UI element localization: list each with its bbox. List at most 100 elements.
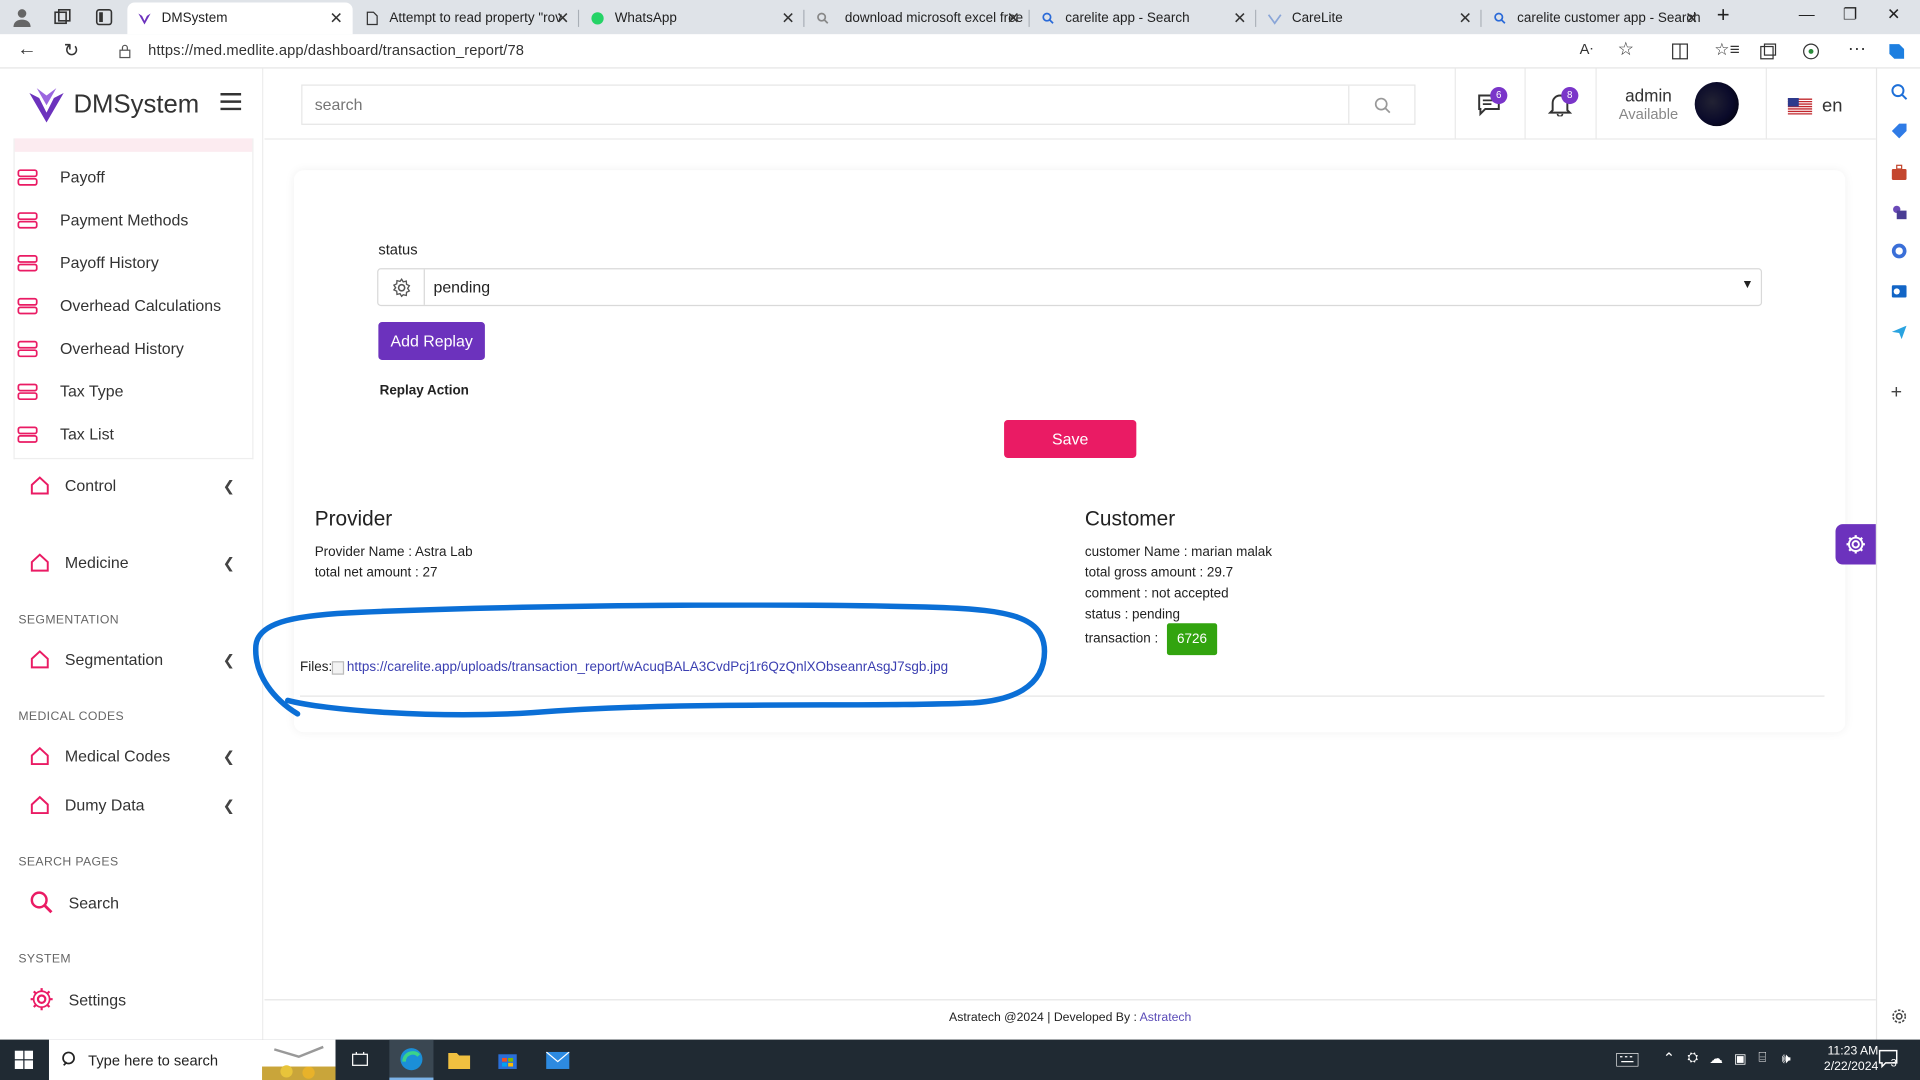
close-tab-icon[interactable]: ✕ (1685, 9, 1698, 29)
tab-carelite-customer[interactable]: carelite customer app - Search ✕ (1483, 2, 1708, 34)
keyboard-icon[interactable] (1616, 1053, 1639, 1067)
sidebar-item-payment-methods[interactable]: Payment Methods (17, 211, 188, 229)
office-icon[interactable] (1891, 242, 1908, 259)
avatar[interactable] (1694, 82, 1739, 127)
tab-dmsystem[interactable]: DMSystem ✕ (127, 2, 353, 35)
chevron-left-icon: ❮ (222, 476, 236, 495)
address-bar: ← ↻ https://med.medlite.app/dashboard/tr… (0, 34, 1920, 69)
close-tab-icon[interactable]: ✕ (556, 9, 569, 29)
chevron-up-icon[interactable]: ⌃ (1663, 1049, 1675, 1066)
search-icon[interactable] (1891, 83, 1908, 100)
network-icon[interactable]: ⌸ (1758, 1051, 1766, 1067)
favorites-icon[interactable]: ☆≡ (1714, 39, 1739, 60)
settings-icon[interactable] (1891, 1008, 1908, 1025)
sidebar-item-payoff[interactable]: Payoff (17, 168, 105, 186)
add-replay-button[interactable]: Add Replay (378, 322, 485, 361)
close-tab-icon[interactable]: ✕ (1458, 9, 1471, 29)
sidebar-item-segmentation[interactable]: Segmentation ❮ (29, 649, 240, 670)
onedrive-icon[interactable]: ☁ (1709, 1051, 1722, 1067)
sidebar-item-overhead-calculations[interactable]: Overhead Calculations (17, 296, 221, 315)
add-icon[interactable]: + (1891, 382, 1902, 404)
file-explorer-icon[interactable] (448, 1051, 471, 1069)
toolbox-icon[interactable] (1891, 164, 1908, 181)
back-icon[interactable]: ← (17, 39, 37, 61)
tab-carelite-search[interactable]: carelite app - Search ✕ (1031, 2, 1257, 34)
windows-start-icon[interactable] (14, 1050, 34, 1069)
restore-icon[interactable]: ❐ (1843, 5, 1857, 25)
url-field[interactable]: https://med.medlite.app/dashboard/transa… (148, 42, 524, 59)
section-title-medical-codes: MEDICAL CODES (18, 710, 125, 724)
mail-icon[interactable] (546, 1051, 570, 1069)
tab-download-excel[interactable]: download microsoft excel free ✕ (806, 2, 1030, 34)
sidebar-item-payoff-history[interactable]: Payoff History (17, 253, 159, 272)
notification-center-button[interactable]: 3 (1878, 1049, 1900, 1071)
close-tab-icon[interactable]: ✕ (781, 9, 794, 29)
language-label: en (1822, 95, 1843, 117)
transaction-row: transaction : 6726 (1085, 623, 1218, 656)
sidebar-item-tax-list[interactable]: Tax List (17, 425, 114, 443)
read-aloud-icon[interactable]: Aᐧ (1580, 40, 1594, 57)
sidebar-item-settings[interactable]: Settings (29, 987, 240, 1011)
browser-tab-bar: DMSystem ✕ Attempt to read property "rov… (0, 0, 1920, 35)
tab-whatsapp[interactable]: WhatsApp ✕ (580, 2, 805, 34)
status-select[interactable]: pending ▼ (377, 268, 1763, 307)
tab-actions-icon[interactable] (95, 9, 113, 26)
save-button[interactable]: Save (1004, 420, 1137, 458)
close-window-icon[interactable]: ✕ (1887, 5, 1900, 25)
tray-app-icon[interactable]: ⛭ (1687, 1051, 1698, 1067)
shopping-tag-icon[interactable] (1891, 122, 1908, 139)
copilot-icon[interactable] (1886, 40, 1908, 62)
site-info-icon[interactable] (118, 44, 133, 59)
tab-title: DMSystem (161, 11, 228, 26)
sidebar-item-label: Payoff (60, 167, 105, 187)
favorite-star-icon[interactable]: ☆ (1618, 38, 1634, 60)
close-tab-icon[interactable]: ✕ (330, 9, 343, 29)
tab-carelite[interactable]: CareLite ✕ (1258, 2, 1482, 34)
games-icon[interactable] (1891, 203, 1908, 220)
brand[interactable]: DMSystem (27, 86, 199, 125)
close-tab-icon[interactable]: ✕ (1233, 9, 1246, 29)
sidebar-item-dumy-data[interactable]: Dumy Data ❮ (29, 795, 240, 816)
profile-icon[interactable] (12, 7, 32, 27)
send-icon[interactable] (1891, 323, 1908, 340)
outlook-icon[interactable] (1891, 283, 1908, 300)
customizer-button[interactable] (1835, 524, 1876, 565)
task-view-icon[interactable] (351, 1051, 368, 1068)
sidebar-item-label: Medical Codes (64, 746, 171, 766)
search-input[interactable] (302, 85, 1350, 124)
workspaces-icon[interactable] (54, 9, 71, 26)
search-button[interactable] (1348, 85, 1414, 124)
server-icon (17, 425, 38, 443)
customer-gross-amount: total gross amount : 29.7 (1084, 565, 1234, 581)
sidebar-item-control[interactable]: Control ❮ (29, 475, 240, 496)
new-tab-icon[interactable]: + (1717, 2, 1730, 28)
extensions-icon[interactable] (1802, 43, 1820, 60)
taskbar-clock[interactable]: 11:23 AM 2/22/2024 (1824, 1043, 1878, 1075)
split-screen-icon[interactable] (1671, 43, 1688, 60)
sidebar-item-search[interactable]: Search (29, 890, 240, 914)
sidebar-item-overhead-history[interactable]: Overhead History (17, 339, 184, 358)
sidebar-item-medical-codes[interactable]: Medical Codes ❮ (29, 746, 240, 767)
notifications-button[interactable]: 8 (1547, 86, 1579, 119)
refresh-icon[interactable]: ↻ (64, 39, 79, 61)
more-menu-icon[interactable]: ··· (1848, 38, 1866, 59)
taskbar-edge-app[interactable] (389, 1039, 434, 1080)
close-tab-icon[interactable]: ✕ (1007, 9, 1020, 29)
collections-icon[interactable] (1760, 43, 1777, 60)
tab-title: WhatsApp (614, 11, 677, 26)
tray-monitor-icon[interactable]: ▣ (1734, 1051, 1747, 1067)
hamburger-menu-icon[interactable] (220, 93, 242, 111)
footer-link[interactable]: Astratech (1140, 1011, 1192, 1024)
user-info[interactable]: admin Available (1619, 86, 1678, 123)
volume-icon[interactable]: 🕪 (1782, 1049, 1791, 1067)
taskbar-search[interactable]: Type here to search (48, 1039, 336, 1080)
transaction-badge[interactable]: 6726 (1166, 623, 1218, 656)
messages-button[interactable]: 6 (1477, 86, 1508, 119)
clock-date: 2/22/2024 (1823, 1060, 1879, 1074)
minimize-icon[interactable]: — (1799, 5, 1815, 23)
language-selector[interactable]: en (1787, 95, 1843, 117)
sidebar-item-tax-type[interactable]: Tax Type (17, 382, 123, 400)
store-icon[interactable] (497, 1049, 518, 1070)
tab-attempt[interactable]: Attempt to read property "rov ✕ (355, 2, 580, 34)
sidebar-item-medicine[interactable]: Medicine ❮ (29, 552, 240, 573)
